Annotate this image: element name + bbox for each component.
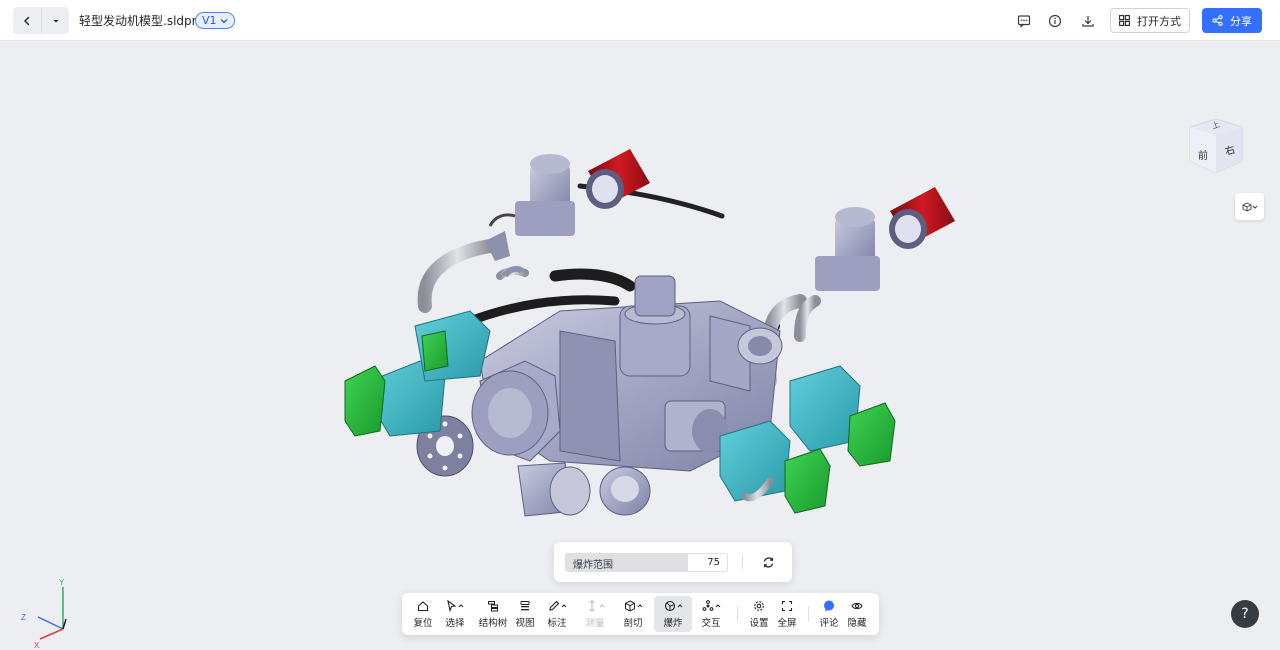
tool-interact[interactable]: 交互 [696, 596, 726, 632]
chevron-down-icon [1252, 205, 1257, 209]
tool-structure-tree-label: 结构树 [478, 618, 508, 629]
oil-filter[interactable] [599, 466, 651, 516]
comment-dot-icon [824, 600, 834, 612]
share-label: 分享 [1230, 14, 1252, 28]
air-filter-right[interactable] [889, 187, 955, 249]
comment-button[interactable] [1013, 10, 1035, 32]
fullscreen-icon [781, 600, 793, 612]
tool-structure-tree[interactable]: 结构树 [476, 596, 510, 632]
tool-annotate-label: 标注 [547, 618, 567, 629]
tool-hide[interactable]: 隐藏 [844, 596, 870, 632]
axis-z-label: Z [21, 613, 26, 622]
tool-section-label: 剖切 [623, 618, 643, 629]
tool-section[interactable]: 剖切 [618, 596, 648, 632]
toolbar-divider [737, 606, 738, 622]
top-bar: 轻型发动机模型.sldprt V1 打开方式 分享 [0, 0, 1280, 41]
tool-select[interactable]: 选择 [440, 596, 470, 632]
turbo-right[interactable] [815, 207, 880, 291]
explode-panel: 爆炸范围 75 [554, 542, 792, 582]
version-selector[interactable]: V1 [195, 12, 235, 29]
explode-range-label: 爆炸范围 [573, 560, 613, 571]
comment-icon [1017, 15, 1031, 28]
toolbar-divider [808, 606, 809, 622]
tool-measure-label: 测量 [585, 618, 605, 629]
tool-settings[interactable]: 设置 [746, 596, 772, 632]
nav-group [13, 7, 69, 34]
chevron-up-icon [637, 604, 642, 608]
tool-reset[interactable]: 复位 [408, 596, 438, 632]
dropdown-icon [53, 19, 58, 22]
view-cube[interactable]: 上 前 右 [1184, 117, 1246, 179]
tool-view[interactable]: 视图 [512, 596, 538, 632]
explode-icon [664, 600, 675, 612]
interact-icon [702, 600, 713, 611]
tool-select-label: 选择 [445, 618, 465, 629]
cursor-icon [447, 600, 457, 612]
info-button[interactable] [1044, 10, 1066, 32]
tool-settings-label: 设置 [749, 618, 769, 629]
share-button[interactable]: 分享 [1202, 8, 1262, 33]
tool-measure[interactable]: 测量 [580, 596, 610, 632]
back-button[interactable] [13, 7, 41, 34]
chevron-up-icon [561, 604, 566, 608]
cube-icon [1242, 201, 1251, 212]
oil-pump[interactable] [517, 462, 591, 517]
open-with-label: 打开方式 [1137, 14, 1181, 28]
tool-explode[interactable]: 爆炸 [654, 596, 692, 632]
chevron-down-icon [220, 18, 227, 23]
file-title: 轻型发动机模型.sldprt [79, 14, 202, 28]
axis-triad: Y Z X [21, 578, 67, 649]
back-icon [24, 16, 30, 25]
tool-explode-label: 爆炸 [663, 618, 683, 629]
view-icon [520, 601, 530, 611]
tool-interact-label: 交互 [701, 618, 721, 629]
tool-hide-label: 隐藏 [847, 618, 867, 629]
section-icon [624, 600, 635, 612]
tool-view-label: 视图 [515, 618, 535, 629]
axis-x-label: X [34, 641, 40, 649]
chevron-up-icon [677, 604, 682, 608]
share-icon [1212, 15, 1223, 26]
axis-y-label: Y [59, 578, 65, 587]
tool-fullscreen[interactable]: 全屏 [774, 596, 800, 632]
tool-reset-label: 复位 [413, 618, 433, 629]
panel-divider [742, 555, 743, 569]
eye-icon [851, 602, 863, 610]
turbo-left[interactable] [488, 154, 575, 236]
chevron-up-icon [715, 604, 720, 608]
refresh-icon [763, 557, 773, 567]
engine-model[interactable] [330, 91, 970, 531]
tool-fullscreen-label: 全屏 [777, 618, 797, 629]
home-icon [417, 601, 429, 612]
pen-icon [548, 600, 559, 611]
info-icon [1048, 14, 1062, 28]
explode-range-value[interactable]: 75 [687, 553, 728, 572]
gear-icon [754, 601, 764, 611]
version-label: V1 [202, 14, 217, 27]
grid-icon [1119, 15, 1130, 26]
chevron-up-icon [599, 604, 604, 608]
explode-range-slider[interactable]: 爆炸范围 [565, 553, 687, 572]
tool-annotate[interactable]: 标注 [542, 596, 572, 632]
download-icon [1082, 16, 1094, 27]
viewcube-front-label: 前 [1198, 149, 1208, 162]
history-dropdown-button[interactable] [41, 7, 69, 34]
view-mode-dropdown[interactable] [1235, 193, 1264, 220]
open-with-button[interactable]: 打开方式 [1110, 8, 1190, 33]
bottom-toolbar: 复位 选择 结构树 视图 标注 测量 剖切 爆炸 交互 设置 全屏 评论 隐藏 [402, 593, 879, 635]
explode-reset-button[interactable] [758, 552, 778, 572]
tree-icon [488, 601, 498, 612]
tool-comment-label: 评论 [819, 618, 839, 629]
chevron-up-icon [458, 604, 464, 608]
download-button[interactable] [1077, 10, 1099, 32]
air-filter-left[interactable] [586, 149, 650, 209]
tool-comment[interactable]: 评论 [816, 596, 842, 632]
measure-icon [588, 600, 595, 612]
help-button[interactable]: ? [1231, 600, 1259, 628]
